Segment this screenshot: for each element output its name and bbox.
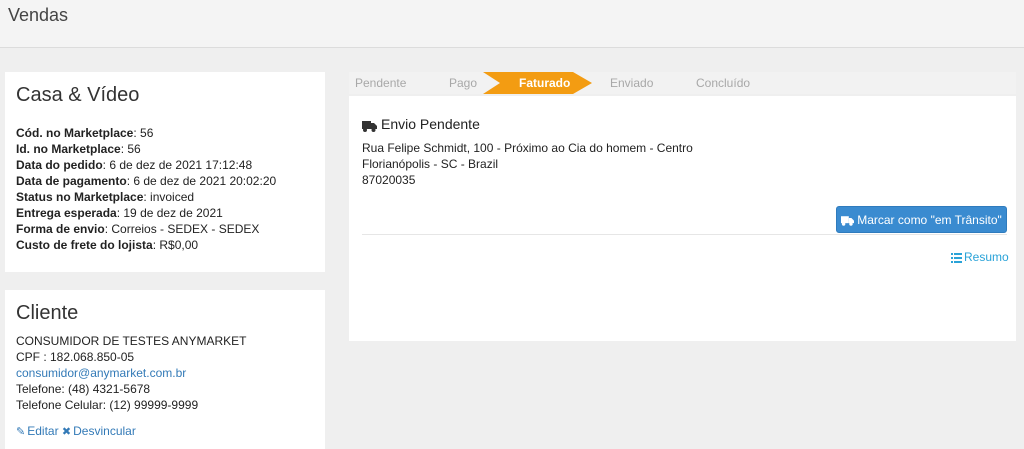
shipping-address: Rua Felipe Schmidt, 100 - Próximo ao Cia… [362, 140, 693, 188]
field-value: : 19 de dez de 2021 [116, 206, 223, 220]
client-card: Cliente CONSUMIDOR DE TESTES ANYMARKET C… [5, 290, 325, 449]
unlink-label: Desvincular [73, 424, 136, 438]
step-pendente: Pendente [355, 76, 407, 90]
divider [362, 234, 1007, 235]
step-enviado: Enviado [610, 76, 654, 90]
page-title: Vendas [8, 5, 69, 25]
field-label: Data de pagamento [16, 174, 127, 188]
shipping-title-text: Envio Pendente [381, 116, 480, 132]
summary-label: Resumo [964, 250, 1009, 264]
mark-in-transit-button[interactable]: Marcar como "em Trânsito" [836, 206, 1007, 233]
shipping-cost-line: Custo de frete do lojista: R$0,00 [16, 237, 314, 253]
expected-delivery-line: Entrega esperada: 19 de dez de 2021 [16, 205, 314, 221]
field-value: : 56 [120, 142, 141, 156]
shipping-method-line: Forma de envio: Correios - SEDEX - SEDEX [16, 221, 314, 237]
field-value: : R$0,00 [152, 238, 199, 252]
field-label: Custo de frete do lojista [16, 238, 153, 252]
field-label: Id. no Marketplace [16, 142, 121, 156]
marketplace-status-line: Status no Marketplace: invoiced [16, 189, 314, 205]
field-label: Forma de envio [16, 222, 105, 236]
client-phone: Telefone: (48) 4321-5678 [16, 382, 151, 396]
field-value: : invoiced [143, 190, 195, 204]
close-icon: ✖ [61, 426, 72, 438]
field-value: : 6 de dez de 2021 20:02:20 [126, 174, 277, 188]
field-label: Data do pedido [16, 158, 103, 172]
list-icon [951, 252, 962, 263]
step-concluido: Concluído [696, 76, 751, 90]
field-label: Status no Marketplace [16, 190, 144, 204]
order-info-card: Casa & Vídeo Cód. no Marketplace: 56 Id.… [5, 72, 325, 272]
field-value: : 6 de dez de 2021 17:12:48 [102, 158, 253, 172]
unlink-client-link[interactable]: ✖ Desvincular [62, 424, 136, 438]
edit-label: Editar [27, 424, 59, 438]
client-actions: ✎ Editar ✖ Desvincular [16, 424, 314, 438]
pencil-icon: ✎ [16, 426, 26, 438]
field-label: Cód. no Marketplace [16, 126, 134, 140]
step-pago: Pago [449, 76, 478, 90]
address-line-1: Rua Felipe Schmidt, 100 - Próximo ao Cia… [362, 141, 693, 155]
mark-in-transit-label: Marcar como "em Trânsito" [857, 212, 1002, 227]
shipping-card: Envio Pendente Rua Felipe Schmidt, 100 -… [349, 96, 1016, 341]
marketplace-id-line: Id. no Marketplace: 56 [16, 141, 314, 157]
step-faturado-label: Faturado [519, 76, 571, 90]
field-value: : Correios - SEDEX - SEDEX [104, 222, 260, 236]
field-label: Entrega esperada [16, 206, 117, 220]
truck-icon [362, 119, 377, 132]
marketplace-code-line: Cód. no Marketplace: 56 [16, 125, 314, 141]
truck-icon [841, 215, 855, 226]
order-date-line: Data do pedido: 6 de dez de 2021 17:12:4… [16, 157, 314, 173]
order-status-steps: Pendente Pago Faturado Enviado Concluído [349, 72, 1016, 94]
client-mobile: Telefone Celular: (12) 99999-9999 [16, 398, 199, 412]
summary-link[interactable]: Resumo [951, 250, 1009, 264]
address-line-2: Florianópolis - SC - Brazil [362, 157, 499, 171]
shipping-title: Envio Pendente [362, 116, 480, 132]
step-faturado: Faturado [483, 72, 593, 94]
store-name: Casa & Vídeo [16, 84, 140, 106]
address-zip: 87020035 [362, 173, 416, 187]
client-name: CONSUMIDOR DE TESTES ANYMARKET [16, 334, 247, 348]
edit-client-link[interactable]: ✎ Editar [16, 424, 59, 438]
field-value: : 56 [133, 126, 154, 140]
client-cpf: CPF : 182.068.850-05 [16, 350, 135, 364]
page-header: Vendas [0, 0, 1024, 48]
client-email-link[interactable]: consumidor@anymarket.com.br [16, 366, 186, 380]
payment-date-line: Data de pagamento: 6 de dez de 2021 20:0… [16, 173, 314, 189]
client-title: Cliente [16, 302, 79, 324]
